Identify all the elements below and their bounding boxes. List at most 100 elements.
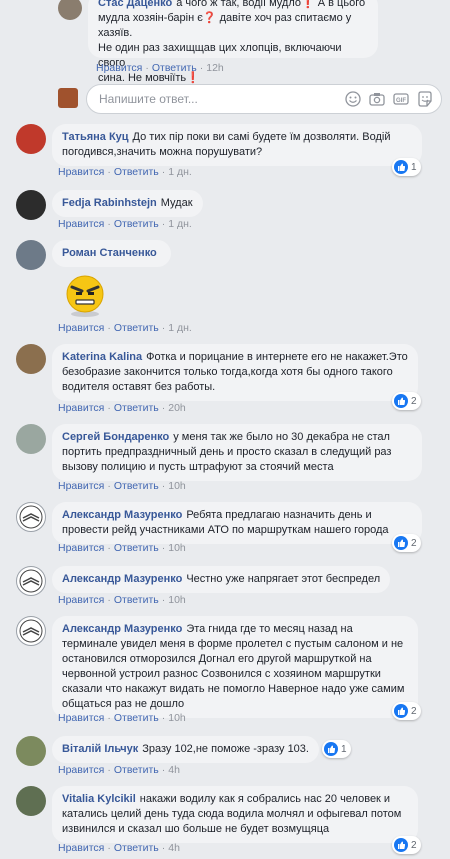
- like-icon: [394, 536, 408, 550]
- comment-author[interactable]: Vitalia Kylcikil: [62, 793, 136, 805]
- like-link[interactable]: Нравится: [58, 542, 104, 554]
- reply-link[interactable]: Ответить: [114, 480, 159, 492]
- like-link[interactable]: Нравится: [58, 712, 104, 724]
- gif-icon[interactable]: GIF: [393, 91, 409, 107]
- comment-actions: Нравится · Ответить · 1 дн.: [58, 322, 192, 334]
- comment-time[interactable]: 12h: [206, 62, 224, 74]
- sticker-icon[interactable]: [417, 91, 433, 107]
- reply-link[interactable]: Ответить: [114, 542, 159, 554]
- reply-box[interactable]: GIF: [86, 84, 442, 114]
- like-link[interactable]: Нравится: [58, 764, 104, 776]
- reaction-number: 2: [411, 537, 417, 549]
- comment-text-line: а чого ж так, водії мудло❗ А в цього: [176, 0, 366, 9]
- reply-input[interactable]: [97, 91, 331, 107]
- svg-text:GIF: GIF: [396, 98, 406, 104]
- comment-bubble: Сергей Бондаренко у меня так же было но 3…: [52, 424, 422, 481]
- comment-text-line: мудла хозяін-барін є❓ давіте хоч раз спи…: [98, 12, 352, 39]
- avatar[interactable]: [16, 502, 46, 532]
- reaction-count[interactable]: 1: [392, 158, 421, 176]
- comment-author[interactable]: Стас Даценко: [98, 0, 172, 9]
- reaction-number: 1: [341, 743, 347, 755]
- comment-bubble: Vitalia Kylcikil накажи водилу как я собр…: [52, 786, 418, 843]
- reply-link[interactable]: Ответить: [114, 402, 159, 414]
- like-icon: [394, 160, 408, 174]
- like-icon: [394, 838, 408, 852]
- comment-time[interactable]: 10h: [168, 594, 186, 606]
- reply-link[interactable]: Ответить: [114, 218, 159, 230]
- comment-author[interactable]: Роман Станченко: [62, 247, 157, 259]
- comment-author[interactable]: Александр Мазуренко: [62, 509, 182, 521]
- avatar[interactable]: [16, 424, 46, 454]
- comment-time[interactable]: 1 дн.: [168, 218, 192, 230]
- ato-emblem-icon: [19, 619, 43, 643]
- reaction-count[interactable]: 2: [392, 534, 421, 552]
- comment-time[interactable]: 20h: [168, 402, 186, 414]
- comment-text: Эта гнида где то месяц назад на терминал…: [62, 623, 405, 710]
- comment-author[interactable]: Сергей Бондаренко: [62, 431, 169, 443]
- comment-actions: Нравится · Ответить · 12h: [96, 62, 224, 74]
- like-link[interactable]: Нравится: [58, 594, 104, 606]
- like-link[interactable]: Нравится: [58, 166, 104, 178]
- reaction-count[interactable]: 1: [322, 740, 351, 758]
- comment-bubble: Fedja Rabinhstejn Мудак: [52, 190, 203, 217]
- reaction-count[interactable]: 2: [392, 836, 421, 854]
- like-link[interactable]: Нравится: [58, 402, 104, 414]
- comment-actions: Нравится · Ответить · 10h: [58, 480, 186, 492]
- comment-bubble: Александр Мазуренко Ребята предлагаю назн…: [52, 502, 422, 544]
- comment-time[interactable]: 10h: [168, 542, 186, 554]
- reply-link[interactable]: Ответить: [114, 594, 159, 606]
- comment-actions: Нравится · Ответить · 4h: [58, 842, 180, 854]
- comment-time[interactable]: 10h: [168, 480, 186, 492]
- comment-actions: Нравится · Ответить · 10h: [58, 594, 186, 606]
- ato-emblem-icon: [19, 505, 43, 529]
- avatar[interactable]: [16, 190, 46, 220]
- comment-author[interactable]: Александр Мазуренко: [62, 573, 182, 585]
- like-icon: [394, 704, 408, 718]
- reply-link[interactable]: Ответить: [114, 712, 159, 724]
- reaction-number: 1: [411, 161, 417, 173]
- comment-time[interactable]: 1 дн.: [168, 166, 192, 178]
- like-link[interactable]: Нравится: [96, 62, 142, 74]
- comment-time[interactable]: 10h: [168, 712, 186, 724]
- reply-link[interactable]: Ответить: [152, 62, 197, 74]
- comment-bubble: Стас Даценко а чого ж так, водії мудло❗ А…: [88, 0, 378, 84]
- reaction-number: 2: [411, 395, 417, 407]
- reply-link[interactable]: Ответить: [114, 764, 159, 776]
- comment-actions: Нравится · Ответить · 10h: [58, 542, 186, 554]
- avatar[interactable]: [16, 616, 46, 646]
- comment-bubble: Татьяна Куц До тих пір поки ви самі будет…: [52, 124, 422, 166]
- reply-link[interactable]: Ответить: [114, 842, 159, 854]
- reaction-count[interactable]: 2: [392, 392, 421, 410]
- comment-author[interactable]: Віталій Ільчук: [62, 743, 138, 755]
- comment-author[interactable]: Fedja Rabinhstejn: [62, 197, 157, 209]
- comment-time[interactable]: 4h: [168, 842, 180, 854]
- avatar[interactable]: [16, 566, 46, 596]
- like-link[interactable]: Нравится: [58, 322, 104, 334]
- emoji-icon[interactable]: [345, 91, 361, 107]
- avatar[interactable]: [16, 736, 46, 766]
- comment-text: Зразу 102,не поможе -зразу 103.: [142, 743, 309, 755]
- comment-author[interactable]: Татьяна Куц: [62, 131, 129, 143]
- comment-actions: Нравится · Ответить · 1 дн.: [58, 218, 192, 230]
- angry-emoji-sticker: [66, 275, 104, 317]
- like-link[interactable]: Нравится: [58, 842, 104, 854]
- like-link[interactable]: Нравится: [58, 218, 104, 230]
- comment-actions: Нравится · Ответить · 4h: [58, 764, 180, 776]
- comment-time[interactable]: 4h: [168, 764, 180, 776]
- like-icon: [324, 742, 338, 756]
- avatar[interactable]: [58, 0, 82, 20]
- comment-author[interactable]: Александр Мазуренко: [62, 623, 182, 635]
- reaction-number: 2: [411, 705, 417, 717]
- avatar[interactable]: [16, 124, 46, 154]
- camera-icon[interactable]: [369, 91, 385, 107]
- like-link[interactable]: Нравится: [58, 480, 104, 492]
- reply-link[interactable]: Ответить: [114, 166, 159, 178]
- avatar[interactable]: [16, 786, 46, 816]
- avatar[interactable]: [16, 240, 46, 270]
- comment-time[interactable]: 1 дн.: [168, 322, 192, 334]
- comment-bubble: Александр Мазуренко Честно уже напрягает …: [52, 566, 391, 593]
- reply-link[interactable]: Ответить: [114, 322, 159, 334]
- comment-author[interactable]: Katerina Kalina: [62, 351, 142, 363]
- reaction-count[interactable]: 2: [392, 702, 421, 720]
- avatar[interactable]: [16, 344, 46, 374]
